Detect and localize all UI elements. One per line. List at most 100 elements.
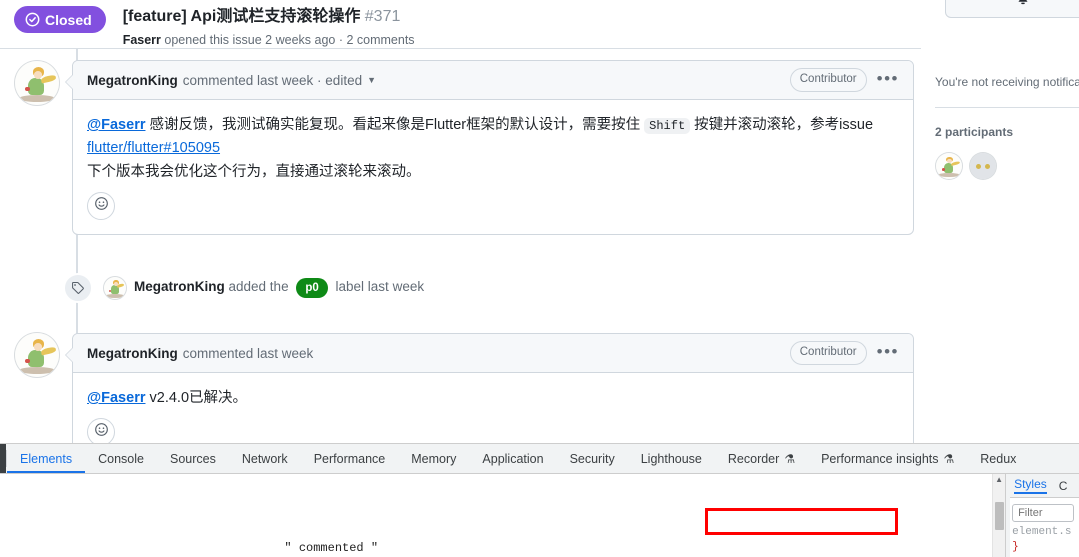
flask-icon: ⚗ bbox=[943, 451, 955, 466]
author-association-badge: Contributor bbox=[789, 341, 867, 365]
styles-rule: element.s } bbox=[1006, 525, 1079, 555]
avatar[interactable] bbox=[969, 152, 997, 180]
tab-label: Sources bbox=[169, 451, 216, 466]
tab-styles[interactable]: Styles bbox=[1014, 477, 1047, 494]
comment-text-1: v2.4.0已解决。 bbox=[145, 390, 248, 406]
subscribe-button[interactable] bbox=[945, 0, 1079, 18]
issue-subtitle: Faserr opened this issue 2 weeks ago · 2… bbox=[123, 32, 415, 50]
add-reaction-button[interactable] bbox=[87, 418, 115, 443]
styles-filter-input[interactable] bbox=[1012, 504, 1074, 522]
tab-label: Console bbox=[98, 451, 144, 466]
author-association-badge: Contributor bbox=[789, 68, 867, 92]
avatar-image bbox=[15, 333, 59, 377]
styles-rule-selector[interactable]: element.s bbox=[1012, 525, 1079, 540]
tab-security[interactable]: Security bbox=[557, 444, 628, 473]
scrollbar-thumb[interactable] bbox=[995, 502, 1005, 530]
tab-label: Recorder bbox=[727, 451, 780, 466]
add-reaction-button[interactable] bbox=[87, 192, 115, 221]
tab-redux[interactable]: Redux bbox=[967, 444, 1029, 473]
issue-reference-link[interactable]: flutter/flutter#105095 bbox=[87, 140, 220, 156]
tab-label: Memory bbox=[411, 451, 457, 466]
tab-performance[interactable]: Performance bbox=[301, 444, 399, 473]
dom-tree-pane[interactable]: " commented " ▼<a href="#issuecomment-18… bbox=[0, 474, 1006, 557]
comment-author[interactable]: MegatronKing bbox=[87, 73, 178, 88]
styles-gutter bbox=[1006, 474, 1011, 557]
issue-number: #371 bbox=[364, 8, 401, 25]
participants-avatars bbox=[935, 152, 997, 180]
reactions-row bbox=[73, 416, 913, 443]
avatar-image bbox=[104, 277, 126, 299]
tab-label: Elements bbox=[20, 451, 73, 466]
avatar[interactable] bbox=[935, 152, 963, 180]
styles-pane: Styles C element.s } bbox=[1005, 474, 1079, 557]
avatar[interactable] bbox=[103, 276, 127, 300]
comment-paragraph-2: flutter/flutter#105095 bbox=[87, 137, 899, 160]
bell-slash-icon bbox=[1016, 0, 1030, 11]
issue-opened-text: opened this issue 2 weeks ago · 2 commen… bbox=[164, 32, 415, 47]
issue-title-block: [feature] Api测试栏支持滚轮操作 #371 Faserr opene… bbox=[123, 6, 415, 49]
devtools-panel: Elements Console Sources Network Perform… bbox=[0, 443, 1079, 557]
timeline-label-event: MegatronKing added the p0 label last wee… bbox=[63, 273, 424, 303]
comment-card: MegatronKing commented last week · edite… bbox=[65, 60, 914, 236]
comment-meta: commented last week · edited bbox=[182, 72, 363, 88]
devtools-tabbar: Elements Console Sources Network Perform… bbox=[0, 444, 1079, 474]
comment-menu-button[interactable]: ••• bbox=[877, 70, 899, 91]
inline-code: Shift bbox=[644, 118, 691, 134]
issue-header: Closed [feature] Api测试栏支持滚轮操作 #371 Faser… bbox=[14, 6, 415, 49]
avatar-image bbox=[936, 153, 962, 179]
issue-author[interactable]: Faserr bbox=[123, 33, 161, 47]
tab-application[interactable]: Application bbox=[469, 444, 556, 473]
comment-header: MegatronKing commented last week · edite… bbox=[73, 61, 913, 100]
comment-text-1: 感谢反馈，我测试确实能复现。看起来像是Flutter框架的默认设计，需要按住 bbox=[145, 117, 645, 133]
chevron-down-icon[interactable]: ▼ bbox=[367, 75, 376, 85]
comment-paragraph-3: 下个版本我会优化这个行为，直接通过滚轮来滚动。 bbox=[87, 163, 421, 180]
dom-line[interactable]: " commented " bbox=[0, 524, 1005, 555]
comment-tail bbox=[65, 74, 73, 90]
tab-lighthouse[interactable]: Lighthouse bbox=[628, 444, 715, 473]
avatar[interactable] bbox=[14, 332, 60, 378]
comment-body: @Faserr 感谢反馈，我测试确实能复现。看起来像是Flutter框架的默认设… bbox=[73, 100, 913, 190]
check-circle-icon bbox=[25, 12, 40, 27]
flask-icon: ⚗ bbox=[784, 451, 796, 466]
comment-menu-button[interactable]: ••• bbox=[877, 343, 899, 364]
avatar-image bbox=[15, 61, 59, 105]
tab-recorder[interactable]: Recorder ⚗ bbox=[715, 444, 808, 473]
tab-label: Redux bbox=[980, 451, 1017, 466]
comment-body: @Faserr v2.4.0已解决。 bbox=[73, 373, 913, 416]
notification-status-text: You're not receiving notifica bbox=[935, 75, 1079, 89]
comment-header-actions: Contributor ••• bbox=[789, 68, 899, 92]
issue-title-text: [feature] Api测试栏支持滚轮操作 bbox=[122, 8, 361, 25]
issue-state-badge[interactable]: Closed bbox=[14, 6, 106, 33]
timeline-event-text: MegatronKing added the p0 label last wee… bbox=[134, 277, 424, 299]
avatar[interactable] bbox=[14, 60, 60, 106]
tab-console[interactable]: Console bbox=[85, 444, 157, 473]
tab-label: Security bbox=[569, 451, 615, 466]
tab-computed[interactable]: C bbox=[1059, 479, 1068, 493]
styles-rule-brace: } bbox=[1012, 541, 1019, 553]
tab-label: Performance bbox=[313, 451, 386, 466]
comment-paragraph-1: @Faserr v2.4.0已解决。 bbox=[87, 387, 899, 410]
comment-meta: commented last week bbox=[182, 345, 314, 361]
github-issue-page: Closed [feature] Api测试栏支持滚轮操作 #371 Faser… bbox=[0, 0, 1079, 443]
tab-network[interactable]: Network bbox=[229, 444, 301, 473]
tag-icon bbox=[63, 273, 93, 303]
dom-vertical-scrollbar[interactable]: ▲ bbox=[992, 474, 1006, 557]
tab-performance-insights[interactable]: Performance insights ⚗ bbox=[808, 444, 967, 473]
styles-filter-row bbox=[1006, 498, 1079, 525]
scroll-up-arrow-icon[interactable]: ▲ bbox=[993, 474, 1005, 486]
user-mention-link[interactable]: @Faserr bbox=[87, 390, 145, 406]
comment-paragraph-1: @Faserr 感谢反馈，我测试确实能复现。看起来像是Flutter框架的默认设… bbox=[87, 114, 899, 137]
screenshot-root: Closed [feature] Api测试栏支持滚轮操作 #371 Faser… bbox=[0, 0, 1079, 557]
tab-label: Application bbox=[482, 451, 544, 466]
timeline-event-author[interactable]: MegatronKing bbox=[134, 279, 225, 294]
comment-author[interactable]: MegatronKing bbox=[87, 346, 178, 361]
issue-label-chip[interactable]: p0 bbox=[296, 277, 328, 299]
user-mention-link[interactable]: @Faserr bbox=[87, 117, 145, 133]
tab-memory[interactable]: Memory bbox=[398, 444, 469, 473]
tab-sources[interactable]: Sources bbox=[157, 444, 229, 473]
smiley-plus-icon bbox=[94, 196, 109, 216]
dom-tree-code: " commented " ▼<a href="#issuecomment-18… bbox=[0, 476, 1005, 557]
comment-card: MegatronKing commented last week Contrib… bbox=[65, 333, 914, 443]
styles-tabbar: Styles C bbox=[1006, 474, 1079, 498]
tab-elements[interactable]: Elements bbox=[7, 444, 85, 473]
